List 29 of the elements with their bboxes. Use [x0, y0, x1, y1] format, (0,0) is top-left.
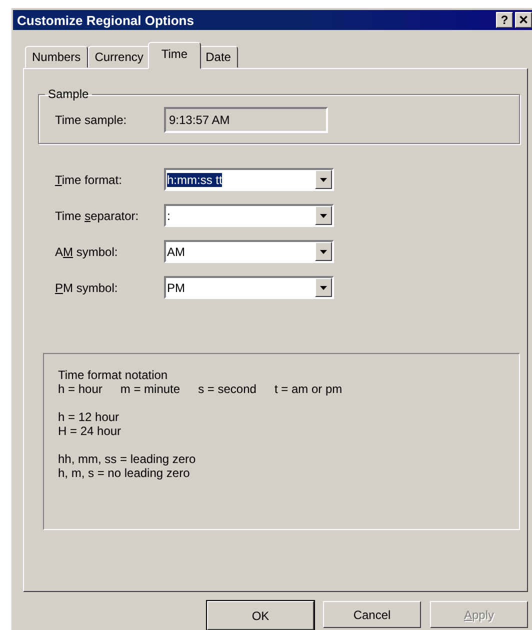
tab[interactable]: Numbers — [25, 46, 88, 68]
tab[interactable]: Currency — [88, 46, 150, 68]
dropdown-field[interactable]: AM — [164, 240, 334, 263]
group-legend: Sample — [45, 87, 92, 101]
tab[interactable]: Date — [198, 46, 238, 68]
notation-text: hh, mm, ss = leading zero — [58, 452, 197, 466]
close-button[interactable]: ✕ — [515, 12, 532, 28]
dropdown-field[interactable]: h:mm:ss tt — [164, 168, 334, 191]
field-label: Time separator: — [55, 208, 140, 222]
help-button[interactable]: ? — [496, 12, 513, 28]
notation-text: h = hour — [58, 382, 102, 396]
dialog-button[interactable]: OK — [207, 601, 314, 630]
notation-text: m = minute — [120, 382, 180, 396]
notation-text: t = am or pm — [274, 382, 342, 396]
tab[interactable]: Time — [148, 42, 201, 69]
notation-text: h = 12 hour — [58, 410, 120, 424]
field-label: Time sample: — [55, 113, 128, 127]
dropdown-field[interactable]: PM — [164, 276, 334, 299]
notation-text: s = second — [198, 382, 256, 396]
time-sample-field: 9:13:57 AM — [164, 107, 328, 133]
field-label: Time format: — [55, 172, 123, 186]
field-label: PM symbol: — [55, 280, 119, 294]
dialog-button[interactable]: Cancel — [323, 601, 421, 628]
notation-text: H = 24 hour — [58, 424, 122, 438]
window-title: Customize Regional Options — [17, 12, 195, 28]
notation-title: Time format notation — [58, 368, 169, 382]
field-label: AM symbol: — [55, 244, 119, 258]
dropdown-field[interactable]: : — [164, 204, 334, 227]
notation-text: h, m, s = no leading zero — [58, 466, 191, 480]
